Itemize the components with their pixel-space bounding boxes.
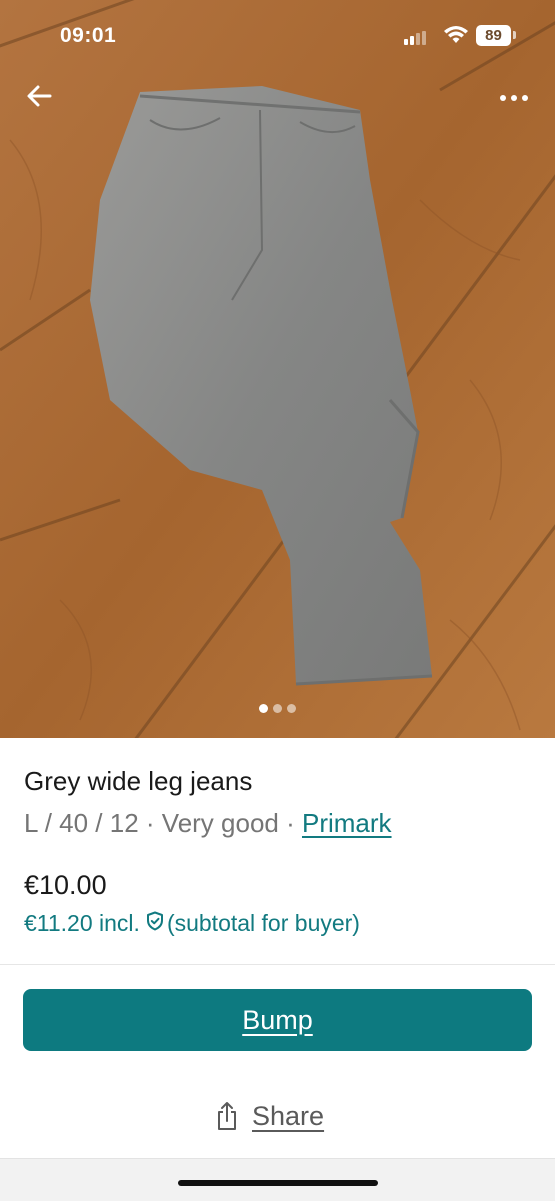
more-horizontal-icon — [500, 95, 528, 101]
buyer-protection-shield-icon[interactable] — [146, 910, 164, 937]
wifi-icon — [444, 26, 468, 43]
share-button-label: Share — [252, 1100, 325, 1131]
back-button[interactable] — [24, 80, 56, 112]
signal-icon — [404, 31, 426, 45]
home-indicator[interactable] — [178, 1180, 378, 1186]
photo-pagination[interactable] — [0, 704, 555, 718]
item-size-condition: L / 40 / 12 · Very good · — [24, 808, 302, 838]
battery-level: 89 — [485, 27, 502, 44]
brand-link[interactable]: Primark — [302, 808, 392, 838]
item-price: €10.00 — [24, 870, 107, 900]
pagination-dot[interactable] — [287, 704, 296, 713]
item-photo[interactable]: 09:01 89 — [0, 0, 555, 738]
battery-icon: 89 — [476, 25, 511, 46]
status-bar: 09:01 89 — [0, 0, 555, 70]
item-title: Grey wide leg jeans — [24, 766, 253, 796]
bump-button-label: Bump — [242, 1004, 313, 1035]
status-time: 09:01 — [60, 24, 117, 47]
pagination-dot-active[interactable] — [259, 704, 268, 713]
share-button[interactable]: Share — [214, 1094, 324, 1138]
buyer-price-note: (subtotal for buyer) — [166, 910, 360, 936]
battery-tip — [513, 31, 516, 39]
divider — [0, 964, 555, 965]
buyer-price-value: €11.20 incl. — [24, 910, 140, 936]
pagination-dot[interactable] — [273, 704, 282, 713]
more-options-button[interactable] — [495, 84, 533, 108]
bump-button[interactable]: Bump — [23, 989, 532, 1051]
buyer-price[interactable]: €11.20 incl. (subtotal for buyer) — [24, 910, 360, 937]
jeans-photo-image — [0, 0, 555, 738]
share-icon — [218, 1102, 236, 1130]
item-meta: L / 40 / 12 · Very good · Primark — [24, 808, 392, 839]
arrow-left-icon — [27, 85, 52, 107]
